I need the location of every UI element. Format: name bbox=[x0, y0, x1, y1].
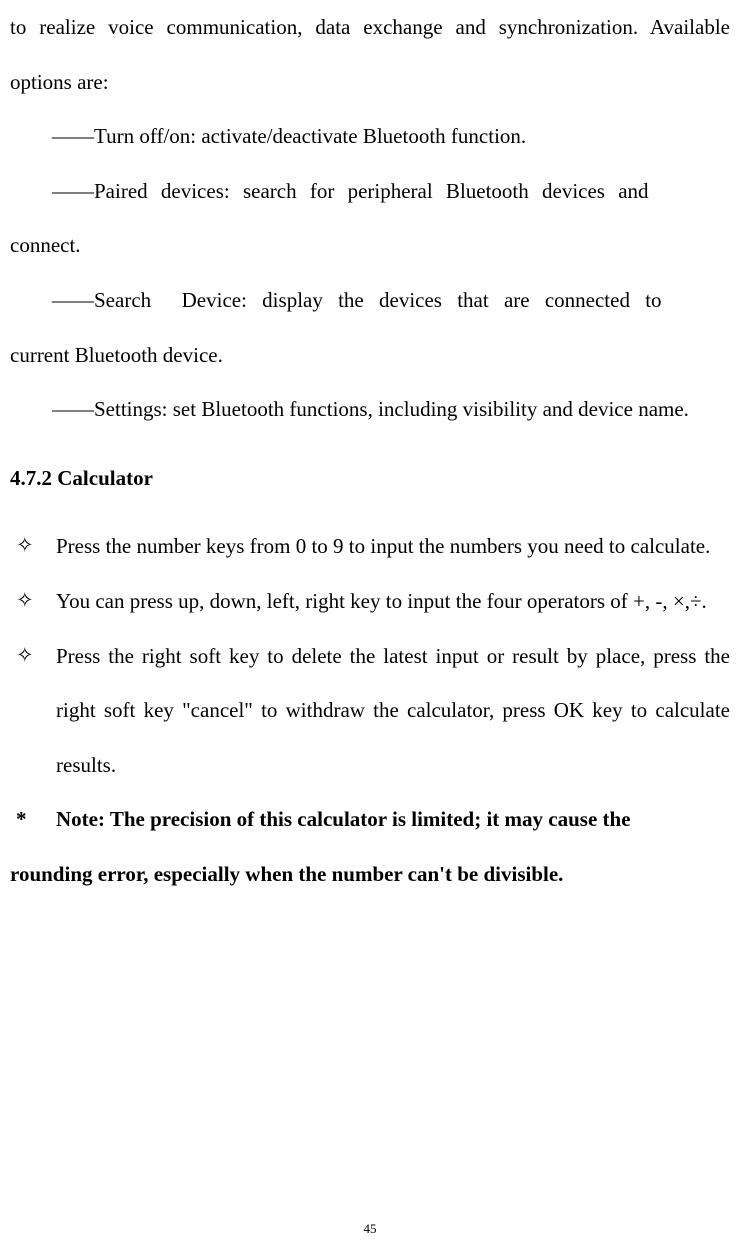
section-heading: 4.7.2 Calculator bbox=[10, 451, 730, 506]
diamond-icon: ✧ bbox=[10, 519, 56, 574]
page-number: 45 bbox=[0, 1222, 740, 1235]
diamond-icon: ✧ bbox=[10, 629, 56, 684]
list-item: ✧ Press the number keys from 0 to 9 to i… bbox=[10, 519, 730, 574]
list-item: ✧ Press the right soft key to delete the… bbox=[10, 629, 730, 793]
note-text-line2: rounding error, especially when the numb… bbox=[10, 847, 730, 902]
intro-paragraph-5: ――Settings: set Bluetooth functions, inc… bbox=[10, 382, 730, 437]
intro-paragraph-3b: connect. bbox=[10, 218, 730, 273]
intro-para-4-first: ――Search Device: display the devices tha… bbox=[52, 288, 662, 312]
list-item-text: Press the right soft key to delete the l… bbox=[56, 629, 730, 793]
page-content: to realize voice communication, data exc… bbox=[10, 0, 730, 902]
note-text-line1: Note: The precision of this calculator i… bbox=[56, 792, 730, 847]
list-item-text: Press the number keys from 0 to 9 to inp… bbox=[56, 519, 730, 574]
intro-para-3-first: ――Paired devices: search for peripheral … bbox=[52, 179, 649, 203]
intro-paragraph-1: to realize voice communication, data exc… bbox=[10, 0, 730, 109]
intro-paragraph-2: ――Turn off/on: activate/deactivate Bluet… bbox=[10, 109, 730, 164]
list-item-text: You can press up, down, left, right key … bbox=[56, 574, 730, 629]
asterisk-icon: * bbox=[10, 792, 56, 847]
list-item: ✧ You can press up, down, left, right ke… bbox=[10, 574, 730, 629]
intro-paragraph-4: ――Search Device: display the devices tha… bbox=[10, 273, 730, 328]
intro-paragraph-3: ――Paired devices: search for peripheral … bbox=[10, 164, 730, 219]
note: * Note: The precision of this calculator… bbox=[10, 792, 730, 847]
bullet-list: ✧ Press the number keys from 0 to 9 to i… bbox=[10, 519, 730, 792]
intro-paragraph-4b: current Bluetooth device. bbox=[10, 328, 730, 383]
diamond-icon: ✧ bbox=[10, 574, 56, 629]
